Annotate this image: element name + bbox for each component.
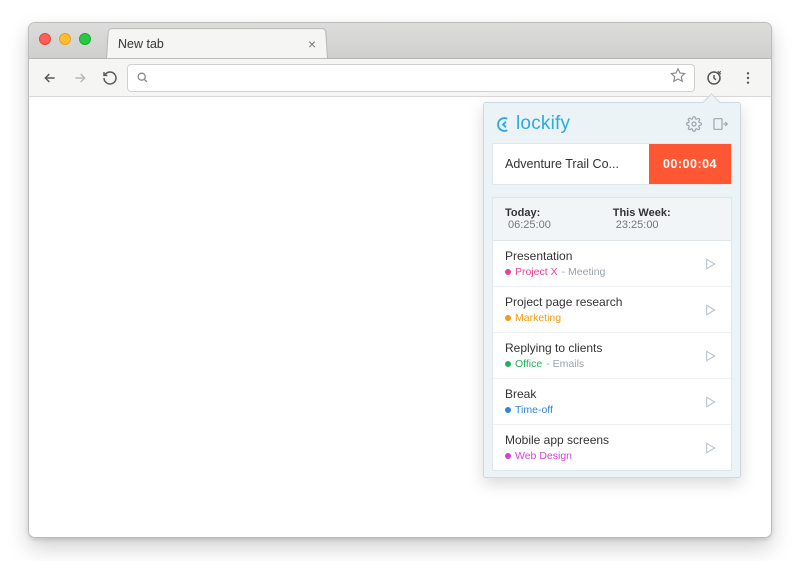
play-icon	[702, 394, 718, 410]
time-entry[interactable]: Project page research Marketing	[493, 287, 731, 333]
entry-project: Time-off	[515, 404, 553, 416]
entry-play-button[interactable]	[699, 345, 721, 367]
entry-main: Presentation Project X - Meeting	[505, 249, 699, 278]
stats-week-value: 23:25:00	[616, 219, 659, 231]
entry-project: Web Design	[515, 450, 572, 462]
clockify-logo-icon	[496, 116, 513, 133]
browser-window: New tab × l	[28, 22, 772, 538]
entry-title: Project page research	[505, 295, 699, 309]
play-icon	[702, 348, 718, 364]
entry-title: Mobile app screens	[505, 433, 699, 447]
popup-settings-button[interactable]	[686, 116, 702, 132]
entry-meta: Project X - Meeting	[505, 266, 699, 278]
bookmark-star-button[interactable]	[670, 67, 686, 88]
address-input[interactable]	[155, 70, 686, 85]
nav-back-button[interactable]	[37, 65, 63, 91]
entry-main: Replying to clients Office - Emails	[505, 341, 699, 370]
entry-main: Break Time-off	[505, 387, 699, 416]
stats-week-label: This Week:	[613, 207, 671, 219]
arrow-right-icon	[72, 70, 88, 86]
time-entry[interactable]: Break Time-off	[493, 379, 731, 425]
stats-today-value: 06:25:00	[508, 219, 551, 231]
tab-bar: New tab ×	[29, 23, 771, 59]
window-controls	[39, 33, 91, 45]
clockify-extension-button[interactable]	[699, 64, 729, 92]
project-color-dot	[505, 453, 511, 459]
play-icon	[702, 440, 718, 456]
entry-tag: - Meeting	[562, 266, 606, 278]
entry-tag: - Emails	[546, 358, 584, 370]
entry-play-button[interactable]	[699, 391, 721, 413]
search-icon	[136, 71, 149, 84]
time-entry[interactable]: Mobile app screens Web Design	[493, 425, 731, 470]
popup-header: lockify	[484, 103, 740, 143]
entry-meta: Web Design	[505, 450, 699, 462]
play-icon	[702, 302, 718, 318]
entry-title: Replying to clients	[505, 341, 699, 355]
logout-icon	[712, 116, 728, 132]
project-color-dot	[505, 269, 511, 275]
entry-main: Project page research Marketing	[505, 295, 699, 324]
clockify-logo: lockify	[496, 113, 570, 135]
time-entry[interactable]: Replying to clients Office - Emails	[493, 333, 731, 379]
project-color-dot	[505, 407, 511, 413]
project-color-dot	[505, 315, 511, 321]
entry-title: Presentation	[505, 249, 699, 263]
entry-title: Break	[505, 387, 699, 401]
active-timer-elapsed: 00:00:04	[663, 157, 717, 171]
browser-toolbar	[29, 59, 771, 97]
clockify-popup: lockify Adventure Trail Co... 00:00:04 T…	[483, 102, 741, 478]
entry-meta: Time-off	[505, 404, 699, 416]
kebab-menu-icon	[740, 70, 756, 86]
entry-project: Project X	[515, 266, 558, 278]
entry-play-button[interactable]	[699, 253, 721, 275]
active-timer-description[interactable]: Adventure Trail Co...	[505, 157, 649, 171]
popup-logout-button[interactable]	[712, 116, 728, 132]
entry-meta: Office - Emails	[505, 358, 699, 370]
entry-project: Marketing	[515, 312, 561, 324]
entry-play-button[interactable]	[699, 299, 721, 321]
tab-close-button[interactable]: ×	[307, 37, 316, 51]
entry-meta: Marketing	[505, 312, 699, 324]
clockify-logo-text: lockify	[516, 113, 570, 135]
time-stats-bar: Today: 06:25:00 This Week: 23:25:00	[492, 197, 732, 240]
arrow-left-icon	[42, 70, 58, 86]
gear-icon	[686, 116, 702, 132]
play-icon	[702, 256, 718, 272]
nav-forward-button[interactable]	[67, 65, 93, 91]
nav-reload-button[interactable]	[97, 65, 123, 91]
time-entry-list: Presentation Project X - Meeting Project…	[492, 240, 732, 471]
address-bar[interactable]	[127, 64, 695, 92]
clockify-clock-icon	[705, 69, 723, 87]
browser-menu-button[interactable]	[733, 64, 763, 92]
reload-icon	[102, 70, 118, 86]
entry-play-button[interactable]	[699, 437, 721, 459]
window-close-button[interactable]	[39, 33, 51, 45]
tab-title: New tab	[118, 37, 164, 51]
window-zoom-button[interactable]	[79, 33, 91, 45]
browser-tab[interactable]: New tab ×	[106, 28, 328, 58]
project-color-dot	[505, 361, 511, 367]
stats-today-label: Today:	[505, 207, 540, 219]
stats-week: This Week: 23:25:00	[613, 207, 719, 231]
star-icon	[670, 67, 686, 83]
stats-today: Today: 06:25:00	[505, 207, 589, 231]
stop-timer-button[interactable]: 00:00:04	[649, 144, 731, 184]
entry-project: Office	[515, 358, 542, 370]
entry-main: Mobile app screens Web Design	[505, 433, 699, 462]
active-timer-row: Adventure Trail Co... 00:00:04	[492, 143, 732, 185]
time-entry[interactable]: Presentation Project X - Meeting	[493, 241, 731, 287]
window-minimize-button[interactable]	[59, 33, 71, 45]
